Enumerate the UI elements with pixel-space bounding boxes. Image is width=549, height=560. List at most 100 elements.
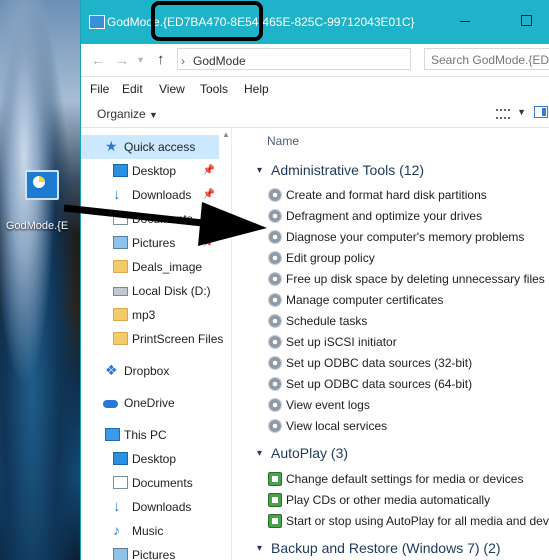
- item-label: Start or stop using AutoPlay for all med…: [286, 514, 549, 528]
- item-label: Change default settings for media or dev…: [286, 472, 524, 486]
- sidebar-item-pc-desktop[interactable]: Desktop: [81, 447, 219, 471]
- pin-icon: 📌: [202, 237, 215, 248]
- view-chevron-down-icon[interactable]: ▼: [517, 107, 526, 117]
- window-app-icon: [89, 15, 105, 29]
- scroll-up-icon[interactable]: ▲: [222, 130, 230, 139]
- up-arrow-icon[interactable]: ↑: [157, 51, 165, 68]
- sidebar-item-deals-image[interactable]: Deals_image: [81, 255, 219, 279]
- admin-tools-icon: [268, 209, 282, 223]
- sidebar-item-label: Documents: [132, 212, 193, 226]
- admin-tools-icon: [268, 251, 282, 265]
- sidebar-item-label: PrintScreen Files: [132, 332, 224, 346]
- sidebar-item-documents[interactable]: Documents 📌: [81, 207, 219, 231]
- column-header-name[interactable]: Name: [267, 134, 299, 148]
- sidebar-item-local-disk[interactable]: Local Disk (D:): [81, 279, 219, 303]
- pin-icon: 📌: [202, 189, 215, 200]
- sidebar-item-pictures[interactable]: Pictures 📌: [81, 231, 219, 255]
- recent-locations-chevron-icon[interactable]: ▾: [138, 55, 143, 66]
- navigation-pane: ▲ ★ Quick access Desktop 📌 ↓ Downloads 📌…: [81, 127, 232, 560]
- breadcrumb-godmode[interactable]: GodMode: [193, 54, 246, 68]
- menu-file[interactable]: File: [90, 82, 109, 96]
- dropbox-icon: ❖: [105, 362, 118, 378]
- sidebar-item-label: OneDrive: [124, 396, 175, 410]
- organize-label: Organize: [97, 107, 146, 121]
- minimize-button[interactable]: [460, 21, 470, 22]
- item-label: Set up ODBC data sources (64-bit): [286, 377, 473, 391]
- search-input[interactable]: Search GodMode.{ED...: [424, 48, 549, 70]
- sidebar-item-quick-access[interactable]: ★ Quick access: [81, 135, 219, 159]
- item-label: Diagnose your computer's memory problems: [286, 230, 525, 244]
- music-icon: ♪: [113, 522, 120, 538]
- explorer-window: GodMode.{ED7BA470-8E54-465E-825C-9971204…: [80, 0, 549, 560]
- command-bar: Organize ▼ ▼: [81, 101, 549, 128]
- sidebar-item-pc-pictures[interactable]: Pictures: [81, 543, 219, 560]
- sidebar-item-printscreen-files[interactable]: PrintScreen Files: [81, 327, 223, 351]
- group-title: Administrative Tools (12): [271, 162, 425, 178]
- item-label: Play CDs or other media automatically: [286, 493, 491, 507]
- group-header-backup-and-restore[interactable]: ▾ Backup and Restore (Windows 7) (2): [257, 538, 547, 560]
- sidebar-item-label: Desktop: [132, 164, 177, 178]
- sidebar-item-mp3[interactable]: mp3: [81, 303, 219, 327]
- admin-tools-icon: [268, 377, 282, 391]
- group-header-autoplay[interactable]: ▾ AutoPlay (3): [257, 443, 547, 465]
- disk-icon: [113, 287, 128, 296]
- menu-edit[interactable]: Edit: [122, 82, 143, 96]
- sidebar-item-label: Pictures: [132, 548, 176, 560]
- item-label: Edit group policy: [286, 251, 375, 265]
- menu-tools[interactable]: Tools: [200, 82, 228, 96]
- star-icon: ★: [105, 138, 118, 154]
- document-icon: [113, 476, 128, 489]
- admin-tools-icon: [268, 419, 282, 433]
- admin-tools-icon: [268, 293, 282, 307]
- menu-view[interactable]: View: [159, 82, 185, 96]
- sidebar-item-pc-downloads[interactable]: ↓ Downloads: [81, 495, 219, 519]
- item-label: View event logs: [286, 398, 370, 412]
- breadcrumb-separator-icon: ›: [181, 54, 185, 68]
- sidebar-item-desktop[interactable]: Desktop 📌: [81, 159, 219, 183]
- download-icon: ↓: [113, 186, 121, 203]
- sidebar-item-music[interactable]: ♪ Music: [81, 519, 219, 543]
- sidebar-item-label: Deals_image: [132, 260, 203, 274]
- content-pane: Name ▾ Administrative Tools (12) Create …: [241, 127, 549, 560]
- sidebar-item-label: Desktop: [132, 452, 177, 466]
- organize-button[interactable]: Organize ▼: [97, 107, 158, 121]
- forward-arrow-icon[interactable]: →: [115, 52, 129, 68]
- chevron-down-icon: ▾: [257, 543, 263, 554]
- autoplay-icon: [268, 493, 282, 507]
- godmode-desktop-shortcut[interactable]: GodMode.{E: [6, 170, 74, 232]
- sidebar-item-onedrive[interactable]: OneDrive: [81, 391, 219, 415]
- pin-icon: 📌: [202, 213, 215, 224]
- item-label: Create and format hard disk partitions: [286, 188, 487, 202]
- menu-help[interactable]: Help: [244, 82, 269, 96]
- maximize-button[interactable]: [521, 15, 532, 26]
- preview-pane-icon[interactable]: [534, 106, 548, 118]
- sidebar-item-pc-documents[interactable]: Documents: [81, 471, 219, 495]
- group-title: AutoPlay (3): [271, 445, 349, 461]
- document-icon: [113, 212, 128, 225]
- item-label: View local services: [286, 419, 388, 433]
- sidebar-item-label: Local Disk (D:): [132, 284, 211, 298]
- folder-icon: [113, 332, 128, 345]
- admin-tools-icon: [268, 356, 282, 370]
- onedrive-icon: [103, 400, 118, 408]
- group-header-administrative-tools[interactable]: ▾ Administrative Tools (12): [257, 160, 547, 182]
- sidebar-item-label: Dropbox: [124, 364, 170, 378]
- breadcrumb[interactable]: › GodMode: [181, 54, 246, 68]
- admin-tools-icon: [268, 230, 282, 244]
- pictures-icon: [113, 548, 128, 560]
- item-label: Set up ODBC data sources (32-bit): [286, 356, 473, 370]
- sidebar-item-this-pc[interactable]: This PC: [81, 423, 219, 447]
- chevron-down-icon: ▾: [257, 448, 263, 459]
- details-view-icon[interactable]: [496, 109, 510, 119]
- autoplay-icon: [268, 472, 282, 486]
- back-arrow-icon[interactable]: ←: [91, 52, 105, 68]
- title-highlight-annotation: [151, 1, 263, 41]
- sidebar-item-label: This PC: [124, 428, 167, 442]
- folder-icon: [113, 308, 128, 321]
- folder-icon: [113, 260, 128, 273]
- admin-tools-icon: [268, 272, 282, 286]
- sidebar-item-label: Downloads: [132, 188, 192, 202]
- sidebar-item-dropbox[interactable]: ❖ Dropbox: [81, 359, 219, 383]
- sidebar-item-label: Pictures: [132, 236, 176, 250]
- sidebar-item-downloads[interactable]: ↓ Downloads 📌: [81, 183, 219, 207]
